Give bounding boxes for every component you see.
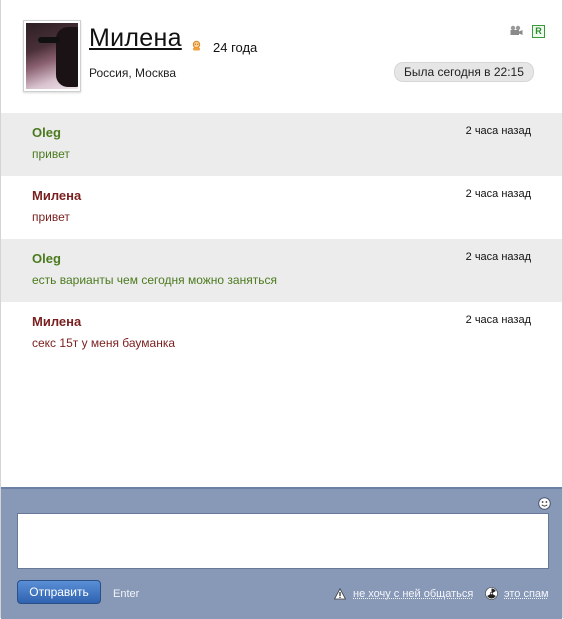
message-text: привет bbox=[32, 147, 70, 161]
profile-name[interactable]: Милена bbox=[89, 24, 182, 53]
message-list: Oleg 2 часа назад привет Милена 2 часа н… bbox=[1, 113, 562, 365]
send-button[interactable]: Отправить bbox=[17, 580, 101, 604]
video-camera-icon[interactable] bbox=[509, 25, 523, 37]
compose-panel: Отправить Enter не хочу с ней общаться э… bbox=[1, 487, 562, 619]
smiley-icon[interactable] bbox=[538, 497, 551, 510]
message-author[interactable]: Милена bbox=[32, 188, 81, 203]
message-author[interactable]: Oleg bbox=[32, 125, 61, 140]
warning-icon bbox=[334, 588, 346, 600]
message-time: 2 часа назад bbox=[465, 314, 531, 326]
enter-hint: Enter bbox=[113, 588, 140, 600]
last-seen-badge: Была сегодня в 22:15 bbox=[394, 62, 534, 82]
message-item: Милена 2 часа назад секс 15т у меня баум… bbox=[1, 302, 562, 365]
report-spam-link[interactable]: это спам bbox=[504, 588, 549, 600]
message-item: Милена 2 часа назад привет bbox=[1, 176, 562, 239]
profile-location: Россия, Москва bbox=[89, 66, 176, 80]
message-text: есть варианты чем сегодня можно заняться bbox=[32, 273, 277, 287]
message-time: 2 часа назад bbox=[465, 251, 531, 263]
message-time: 2 часа назад bbox=[465, 125, 531, 137]
profile-header: Милена 24 года Россия, Москва R Была сег… bbox=[1, 0, 562, 113]
profile-age: 24 года bbox=[213, 40, 258, 55]
message-item: Oleg 2 часа назад привет bbox=[1, 113, 562, 176]
message-text: секс 15т у меня бауманка bbox=[32, 336, 176, 350]
block-contact-link[interactable]: не хочу с ней общаться bbox=[353, 588, 473, 600]
chat-window: Милена 24 года Россия, Москва R Была сег… bbox=[0, 0, 563, 619]
message-item: Oleg 2 часа назад есть варианты чем сего… bbox=[1, 239, 562, 302]
message-text: привет bbox=[32, 210, 70, 224]
avatar[interactable] bbox=[23, 20, 81, 92]
message-time: 2 часа назад bbox=[465, 188, 531, 200]
avatar-photo bbox=[26, 23, 78, 89]
r-badge-icon: R bbox=[532, 25, 545, 38]
message-author[interactable]: Милена bbox=[32, 314, 81, 329]
female-icon bbox=[192, 40, 201, 51]
message-author[interactable]: Oleg bbox=[32, 251, 61, 266]
message-input[interactable] bbox=[17, 513, 549, 569]
radiation-icon bbox=[485, 587, 498, 600]
